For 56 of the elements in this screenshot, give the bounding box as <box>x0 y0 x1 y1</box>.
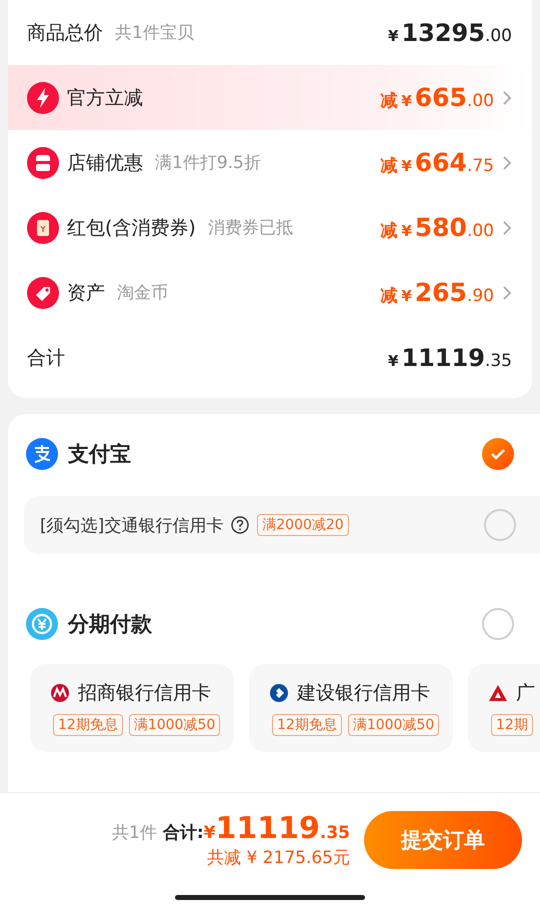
chevron-icon <box>502 154 512 170</box>
promo-tag: 12期免息 <box>272 714 342 736</box>
discount-row[interactable]: 红包(含消费券) 消费券已抵 减 ¥580.00 <box>8 195 532 260</box>
lightning-icon <box>27 82 59 114</box>
savings-text: 共减 ¥ 2175.65元 <box>207 847 350 869</box>
payment-method-label: 支付宝 <box>68 441 131 468</box>
discount-amount: 减 ¥665.00 <box>380 83 494 112</box>
bank-card-option[interactable]: 广 12期 <box>468 664 540 752</box>
total-label: 合计: <box>162 822 204 844</box>
installment-icon <box>26 608 58 640</box>
total-price: ¥11119.35 <box>388 344 512 372</box>
price-text: ¥13295.00 <box>388 18 512 46</box>
radio-button[interactable] <box>482 608 514 640</box>
promo-tag: 满1000减50 <box>348 714 440 736</box>
bank-card-option[interactable]: 建设银行信用卡 12期免息 满1000减50 <box>249 664 453 752</box>
row-label: 红包(含消费券) <box>67 216 196 240</box>
row-label: 店铺优惠 <box>67 150 143 176</box>
bank-card-option[interactable]: 招商银行信用卡 12期免息 满1000减50 <box>30 664 234 752</box>
total-price: ¥11119.35 <box>204 811 350 846</box>
chevron-icon <box>502 284 512 300</box>
row-note: 消费券已抵 <box>208 217 293 239</box>
envelope-icon <box>27 212 59 244</box>
bank-name: 招商银行信用卡 <box>78 681 211 706</box>
bank-name: 建设银行信用卡 <box>297 681 430 706</box>
radio-button[interactable] <box>484 509 516 541</box>
shop-icon <box>27 146 59 178</box>
discount-row[interactable]: 资产 淘金币 减 ¥265.90 <box>8 260 532 325</box>
row-label: 商品总价 <box>27 20 103 46</box>
promo-tag: 12期免息 <box>53 714 123 736</box>
help-icon[interactable] <box>231 516 250 534</box>
promo-tag: 12期 <box>491 714 533 736</box>
row-note: 共1件宝贝 <box>115 22 194 44</box>
discount-amount: 减 ¥265.90 <box>380 278 494 307</box>
option-label: [须勾选]交通银行信用卡 <box>40 514 224 536</box>
row-label: 合计 <box>27 346 65 370</box>
radio-checked[interactable] <box>482 438 514 470</box>
promo-tag: 满2000减20 <box>257 514 349 536</box>
discount-row[interactable]: 店铺优惠 满1件打9.5折 减 ¥664.75 <box>8 130 532 195</box>
payment-method-label: 分期付款 <box>68 611 152 638</box>
chevron-icon <box>502 90 512 106</box>
bank-logo-icon <box>50 683 70 703</box>
row-note: 淘金币 <box>117 282 168 304</box>
chevron-icon <box>502 220 512 236</box>
tag-icon <box>27 276 59 308</box>
row-label: 官方立减 <box>67 86 143 110</box>
bank-logo-icon <box>488 683 508 703</box>
item-count: 共1件 <box>112 822 157 844</box>
discount-amount: 减 ¥580.00 <box>380 213 494 242</box>
payment-logo-icon <box>26 438 58 470</box>
row-note: 满1件打9.5折 <box>155 152 261 174</box>
bank-name: 广 <box>516 681 535 706</box>
check-icon <box>490 448 506 460</box>
discount-amount: 减 ¥664.75 <box>380 148 494 177</box>
promo-tag: 满1000减50 <box>128 714 220 736</box>
row-label: 资产 <box>67 280 105 306</box>
bank-logo-icon <box>269 683 289 703</box>
